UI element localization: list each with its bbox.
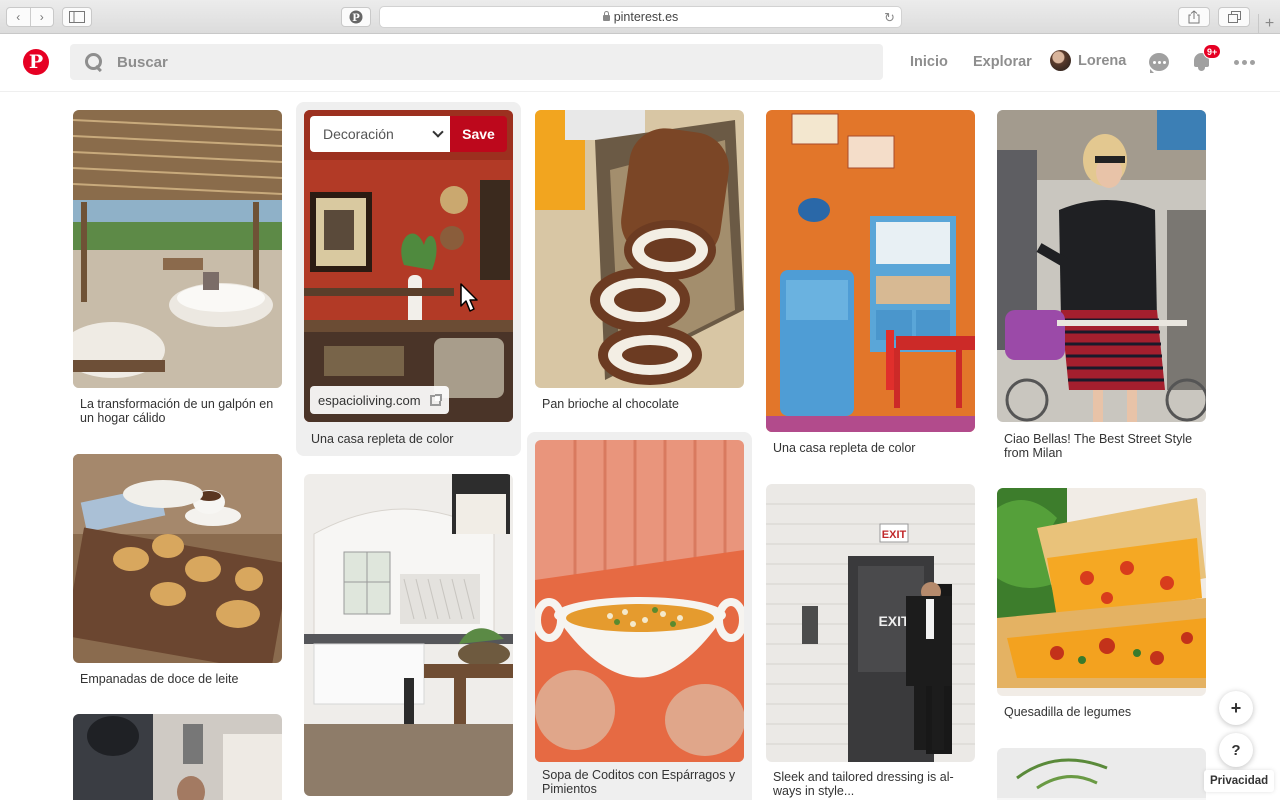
board-select[interactable]: Decoración [310,116,450,152]
pin-card[interactable] [296,466,521,800]
help-button[interactable]: ? [1219,733,1253,767]
pin-card[interactable]: Ciao Bellas! The Best Street Style from … [989,102,1214,472]
external-link-icon [429,393,442,406]
back-forward-group: ‹ › [6,7,54,27]
privacy-link[interactable]: Privacidad [1204,770,1275,792]
source-link[interactable]: espacioliving.com [310,386,449,414]
profile-link[interactable]: Lorena [1050,50,1126,71]
pin-image[interactable] [535,440,744,762]
mouse-cursor-icon [460,283,478,312]
pinterest-logo[interactable]: P [23,49,49,75]
pin-card[interactable]: EXIT EXIT Sleek and tailored dressing is… [758,476,983,800]
pin-image[interactable]: EXIT EXIT [766,484,975,762]
pin-title: Quesadilla de legumes [1004,705,1132,719]
pin-title: Empanadas de doce de leite [80,672,239,686]
pin-grid: La transformación de un galpón en un hog… [0,92,1280,800]
reload-icon[interactable]: ↻ [884,10,895,26]
nav-explore[interactable]: Explorar [973,54,1032,70]
search-icon [85,53,103,71]
sidebar-icon [69,11,85,23]
source-domain: espacioliving.com [318,392,421,408]
browser-toolbar: ‹ › P pinterest.es ↻ + [0,0,1280,34]
show-tabs-button[interactable] [1218,7,1250,27]
save-button[interactable]: Save [450,116,507,152]
pin-image[interactable] [997,748,1206,800]
share-icon [1188,10,1200,24]
forward-icon[interactable]: › [31,8,54,26]
pin-title: Una casa repleta de color [311,432,454,446]
pin-title: Pan brioche al chocolate [542,397,679,411]
more-options-icon[interactable] [1234,60,1255,65]
pin-image[interactable] [73,454,282,663]
pin-card[interactable]: Empanadas de doce de leite [65,446,290,692]
pin-card[interactable]: Quesadilla de legumes [989,480,1214,740]
pin-image[interactable] [304,474,513,796]
save-controls: Decoración Save [310,116,507,152]
nav-home[interactable]: Inicio [910,54,948,70]
url-text: pinterest.es [613,10,679,24]
sidebar-toggle-button[interactable] [62,7,92,27]
pin-card[interactable] [989,740,1214,800]
pin-title: Una casa repleta de color [773,441,916,455]
svg-text:EXIT: EXIT [878,613,910,629]
pin-image[interactable] [535,110,744,388]
lock-icon [602,11,610,21]
site-header: P Inicio Explorar Lorena 9+ [0,34,1280,92]
pin-image[interactable] [766,110,975,432]
back-icon[interactable]: ‹ [7,8,31,26]
pin-card[interactable] [65,706,290,800]
new-tab-button[interactable]: + [1258,14,1280,34]
pin-card[interactable]: La transformación de un galpón en un hog… [65,102,290,432]
add-button[interactable]: + [1219,691,1253,725]
pin-title: Ciao Bellas! The Best Street Style from … [1004,432,1193,460]
pin-card[interactable]: Una casa repleta de color [758,102,983,472]
share-button[interactable] [1178,7,1210,27]
pin-title: Sleek and tailored dressing is al-ways i… [773,770,954,798]
pin-image[interactable] [73,110,282,388]
chevron-down-icon [432,126,444,138]
messages-icon[interactable] [1149,53,1169,73]
tabs-icon [1227,11,1241,23]
pin-image[interactable] [997,488,1206,696]
pin-image[interactable] [997,110,1206,422]
pin-image[interactable] [73,714,282,800]
pin-card[interactable]: Pan brioche al chocolate [527,102,752,422]
search-input[interactable] [117,53,817,71]
avatar [1050,50,1071,71]
board-select-label: Decoración [323,126,394,142]
pinterest-tab-icon: P [349,10,363,24]
svg-text:P: P [352,13,360,24]
search-bar[interactable] [70,44,883,80]
pin-title: La transformación de un galpón en un hog… [80,397,274,425]
notification-badge: 9+ [1203,44,1222,59]
user-name: Lorena [1078,52,1127,69]
pin-card[interactable]: Sopa de Coditos con Espárragos y Pimient… [527,432,752,800]
pin-card-hovered[interactable]: Decoración Save espacioliving.com Una ca… [296,102,521,456]
svg-text:EXIT: EXIT [882,529,907,541]
pinned-tab-pinterest[interactable]: P [341,7,371,27]
address-bar[interactable]: pinterest.es ↻ [379,6,902,28]
pin-image[interactable]: Decoración Save espacioliving.com [304,110,513,422]
pin-title: Sopa de Coditos con Espárragos y Pimient… [542,768,736,796]
